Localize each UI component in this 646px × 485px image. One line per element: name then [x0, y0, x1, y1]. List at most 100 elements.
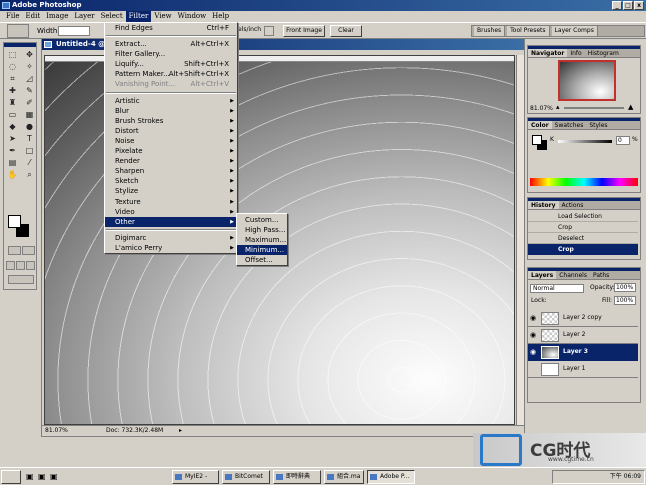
submenu-item-custom[interactable]: Custom... [237, 215, 287, 225]
status-menu-arrow-icon[interactable]: ▸ [179, 426, 182, 436]
menu-item-pattern-maker[interactable]: Pattern Maker... Alt+Shift+Ctrl+X [105, 69, 237, 79]
menu-item-stylize[interactable]: Stylize ▶ [105, 186, 237, 196]
quick-launch-icon[interactable]: ▣ [38, 472, 46, 481]
color-ramp[interactable] [530, 178, 638, 186]
zoom-level[interactable]: 81.07% [45, 426, 68, 436]
front-image-button[interactable]: Front Image [283, 25, 325, 37]
taskbar-button-bitcomet[interactable]: BitComet [222, 470, 270, 484]
slice-tool-icon[interactable]: ◿ [23, 74, 36, 84]
tab-channels[interactable]: Channels [556, 271, 590, 279]
menu-item-other[interactable]: Other ▶ [105, 216, 237, 227]
path-selection-tool-icon[interactable]: ➤ [6, 134, 19, 144]
tab-actions[interactable]: Actions [559, 201, 587, 209]
submenu-item-minimum[interactable]: Minimum... [237, 245, 287, 256]
well-tab-layer-comps[interactable]: Layer Comps [551, 26, 598, 36]
standard-mode-icon[interactable] [8, 246, 21, 255]
submenu-item-high-pass[interactable]: High Pass... [237, 225, 287, 235]
menu-file[interactable]: File [3, 11, 22, 22]
hand-tool-icon[interactable]: ✋ [6, 170, 19, 180]
move-tool-icon[interactable]: ✥ [23, 50, 36, 60]
menu-item-find-edges[interactable]: Find Edges Ctrl+F [105, 23, 237, 33]
lasso-tool-icon[interactable]: ◌ [6, 62, 19, 72]
stamp-tool-icon[interactable]: ♜ [6, 98, 19, 108]
tab-layers[interactable]: Layers [528, 271, 557, 279]
taskbar-button-dictionary[interactable]: 即時辭典 [273, 470, 321, 484]
menu-item-artistic[interactable]: Artistic ▶ [105, 96, 237, 106]
menu-layer[interactable]: Layer [71, 11, 97, 22]
menu-item-texture[interactable]: Texture ▶ [105, 197, 237, 207]
jump-to-imageready-icon[interactable] [8, 275, 34, 284]
menu-select[interactable]: Select [98, 11, 126, 22]
blend-mode-select[interactable]: Normal [530, 284, 584, 293]
quick-launch-icon[interactable]: ▣ [26, 472, 34, 481]
history-item[interactable]: Deselect [528, 233, 638, 244]
tab-history[interactable]: History [528, 201, 559, 209]
shape-tool-icon[interactable]: □ [23, 146, 36, 156]
color-fg-swatch[interactable] [532, 135, 542, 145]
pen-tool-icon[interactable]: ✒ [6, 146, 19, 156]
healing-brush-tool-icon[interactable]: ✚ [6, 86, 19, 96]
zoom-tool-icon[interactable]: ⌕ [23, 170, 36, 180]
tab-histogram[interactable]: Histogram [585, 49, 622, 57]
taskbar-button-combine[interactable]: 組合.ma [324, 470, 364, 484]
screen-mode-full-icon[interactable] [26, 261, 35, 270]
menu-item-filter-gallery[interactable]: Filter Gallery... [105, 49, 237, 59]
width-input[interactable] [58, 26, 90, 36]
k-channel-input[interactable]: 0 [616, 136, 630, 145]
layer-row[interactable]: ◉ Layer 2 copy [528, 310, 638, 327]
notes-tool-icon[interactable]: ▤ [6, 158, 19, 168]
eye-icon[interactable]: ◉ [530, 314, 536, 322]
magic-wand-tool-icon[interactable]: ✧ [23, 62, 36, 72]
quick-launch-icon[interactable]: ▣ [50, 472, 58, 481]
dodge-tool-icon[interactable]: ● [23, 122, 36, 132]
history-item[interactable]: Load Selection [528, 211, 638, 222]
menu-item-video[interactable]: Video ▶ [105, 207, 237, 217]
layer-row[interactable]: ◉ Layer 2 [528, 327, 638, 344]
tab-paths[interactable]: Paths [590, 271, 612, 279]
crop-tool-preset-icon[interactable] [7, 24, 29, 38]
close-button[interactable]: x [634, 1, 644, 10]
marquee-tool-icon[interactable]: ⬚ [6, 50, 19, 60]
menu-image[interactable]: Image [43, 11, 71, 22]
layer-row-selected[interactable]: ◉ Layer 3 [528, 344, 638, 361]
layer-row[interactable]: Layer 1 [528, 361, 638, 378]
type-tool-icon[interactable]: T [23, 134, 36, 144]
brush-tool-icon[interactable]: ✎ [23, 86, 36, 96]
tab-color[interactable]: Color [528, 121, 552, 129]
well-tab-brushes[interactable]: Brushes [474, 26, 506, 36]
menu-item-sharpen[interactable]: Sharpen ▶ [105, 166, 237, 176]
menu-item-blur[interactable]: Blur ▶ [105, 106, 237, 116]
history-brush-tool-icon[interactable]: ✐ [23, 98, 36, 108]
menu-window[interactable]: Window [175, 11, 210, 22]
history-item-current[interactable]: Crop [528, 244, 638, 255]
k-channel-slider[interactable] [558, 140, 612, 143]
menu-item-lamico-perry[interactable]: L'amico Perry ▶ [105, 243, 237, 253]
foreground-color-swatch[interactable] [8, 215, 21, 228]
vertical-scrollbar[interactable] [516, 55, 524, 425]
screen-mode-standard-icon[interactable] [6, 261, 15, 270]
eyedropper-tool-icon[interactable]: ⁄ [23, 158, 36, 168]
quick-mask-mode-icon[interactable] [22, 246, 35, 255]
menu-item-render[interactable]: Render ▶ [105, 156, 237, 166]
menu-item-liquify[interactable]: Liquify... Shift+Ctrl+X [105, 59, 237, 69]
taskbar-button-myie2[interactable]: MyIE2 - [172, 470, 219, 484]
crop-tool-icon[interactable]: ⌗ [6, 74, 19, 84]
tab-swatches[interactable]: Swatches [552, 121, 587, 129]
menu-item-pixelate[interactable]: Pixelate ▶ [105, 146, 237, 156]
unit-dropdown-icon[interactable] [264, 26, 274, 36]
menu-view[interactable]: View [151, 11, 174, 22]
zoom-in-icon[interactable]: ▲ [628, 103, 633, 111]
start-button[interactable] [1, 470, 21, 484]
menu-item-distort[interactable]: Distort ▶ [105, 126, 237, 136]
fill-input[interactable]: 100% [614, 296, 636, 305]
gradient-tool-icon[interactable]: ▦ [23, 110, 36, 120]
zoom-out-icon[interactable]: ▴ [556, 103, 560, 111]
menu-filter[interactable]: Filter [125, 11, 152, 22]
menu-item-sketch[interactable]: Sketch ▶ [105, 176, 237, 186]
submenu-item-offset[interactable]: Offset... [237, 255, 287, 265]
well-tab-tool-presets[interactable]: Tool Presets [507, 26, 550, 36]
blur-tool-icon[interactable]: ◆ [6, 122, 19, 132]
navigator-thumbnail[interactable] [558, 60, 616, 101]
tab-info[interactable]: Info [567, 49, 584, 57]
menu-item-extract[interactable]: Extract... Alt+Ctrl+X [105, 39, 237, 49]
